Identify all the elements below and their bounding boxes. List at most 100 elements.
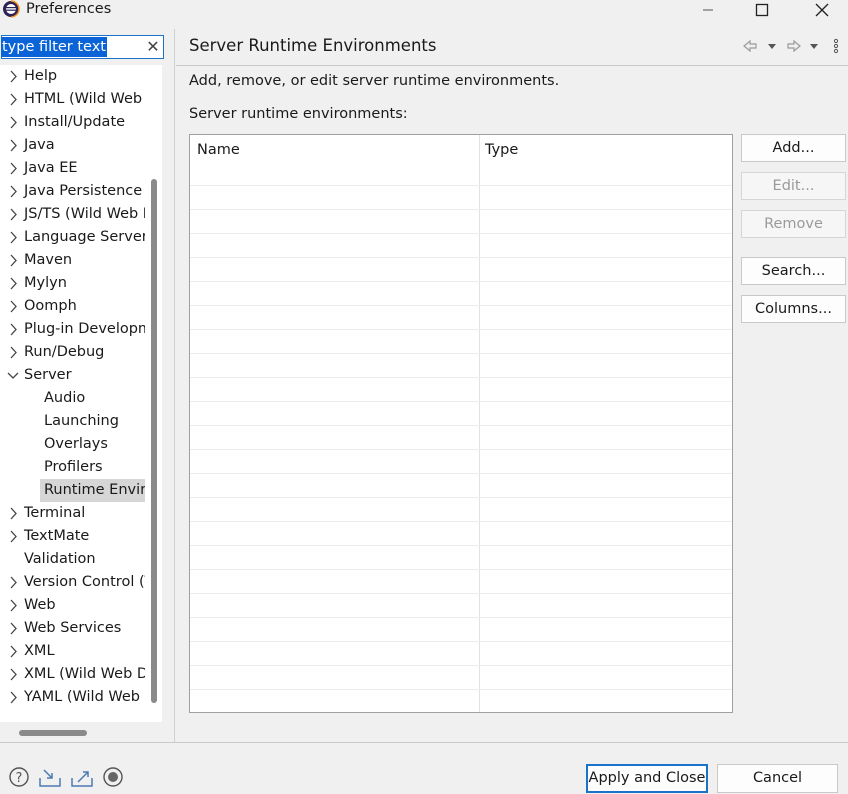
tree-item[interactable]: XML (Wild Web Developer) bbox=[0, 663, 145, 686]
table-row-line bbox=[190, 305, 732, 306]
tree-item[interactable]: YAML (Wild Web Developer) bbox=[0, 686, 145, 709]
back-menu-icon[interactable] bbox=[768, 44, 776, 49]
tree-item[interactable]: Profilers bbox=[0, 456, 145, 479]
chevron-right-icon[interactable] bbox=[7, 525, 19, 548]
tree-item-label: HTML (Wild Web Developer) bbox=[24, 91, 145, 107]
chevron-right-icon[interactable] bbox=[7, 111, 19, 134]
tree-item[interactable]: Overlays bbox=[0, 433, 145, 456]
table-row-line bbox=[190, 377, 732, 378]
tree-item[interactable]: Web Services bbox=[0, 617, 145, 640]
tree-item[interactable]: Launching bbox=[0, 410, 145, 433]
close-button[interactable] bbox=[802, 0, 842, 20]
tree-item-label: Mylyn bbox=[24, 275, 67, 291]
tree-item[interactable]: XML bbox=[0, 640, 145, 663]
tree-item-label: Maven bbox=[24, 252, 73, 268]
table-row-line bbox=[190, 689, 732, 690]
chevron-right-icon[interactable] bbox=[7, 226, 19, 249]
columns-button[interactable]: Columns... bbox=[741, 295, 846, 323]
remove-button[interactable]: Remove bbox=[741, 210, 846, 238]
chevron-right-icon[interactable] bbox=[7, 134, 19, 157]
add-button[interactable]: Add... bbox=[741, 134, 846, 162]
runtime-environments-table[interactable]: Name Type bbox=[189, 134, 733, 713]
tree-item[interactable]: Web bbox=[0, 594, 145, 617]
chevron-right-icon[interactable] bbox=[7, 88, 19, 111]
cancel-button[interactable]: Cancel bbox=[717, 764, 838, 793]
maximize-icon bbox=[755, 3, 769, 17]
table-row-line bbox=[190, 521, 732, 522]
tree-item[interactable]: Terminal bbox=[0, 502, 145, 525]
chevron-right-icon[interactable] bbox=[7, 594, 19, 617]
export-icon[interactable] bbox=[70, 766, 93, 788]
tree-item[interactable]: Server bbox=[0, 364, 145, 387]
tree-item[interactable]: Language Servers bbox=[0, 226, 145, 249]
column-separator[interactable] bbox=[479, 135, 480, 712]
tree-item[interactable]: TextMate bbox=[0, 525, 145, 548]
tree-item[interactable]: Install/Update bbox=[0, 111, 145, 134]
tree-item[interactable]: Maven bbox=[0, 249, 145, 272]
panel-divider[interactable] bbox=[174, 29, 175, 742]
tree-item[interactable]: Run/Debug bbox=[0, 341, 145, 364]
help-icon[interactable]: ? bbox=[8, 766, 30, 788]
table-row-line bbox=[190, 257, 732, 258]
record-icon[interactable] bbox=[102, 766, 124, 788]
view-menu-icon[interactable] bbox=[833, 38, 839, 54]
tree-item[interactable]: Java bbox=[0, 134, 145, 157]
tree-item[interactable]: Audio bbox=[0, 387, 145, 410]
tree-item-label: Web bbox=[24, 597, 56, 613]
forward-icon[interactable] bbox=[787, 39, 801, 53]
search-button[interactable]: Search... bbox=[741, 257, 846, 285]
tree-item[interactable]: Validation bbox=[0, 548, 145, 571]
tree-item[interactable]: Help bbox=[0, 65, 145, 88]
tree-item-label: Java EE bbox=[24, 160, 78, 176]
tree-item-label: Plug-in Development bbox=[24, 321, 145, 337]
edit-button[interactable]: Edit... bbox=[741, 172, 846, 200]
tree-vertical-scroll-thumb[interactable] bbox=[151, 179, 157, 703]
preferences-tree[interactable]: Help HTML (Wild Web Developer) Install/Upd… bbox=[0, 65, 145, 722]
filter-input-text[interactable]: type filter text bbox=[1, 37, 107, 57]
chevron-right-icon[interactable] bbox=[7, 617, 19, 640]
chevron-right-icon[interactable] bbox=[7, 203, 19, 226]
tree-item[interactable]: Version Control (Team) bbox=[0, 571, 145, 594]
chevron-right-icon[interactable] bbox=[7, 295, 19, 318]
tree-item[interactable]: Mylyn bbox=[0, 272, 145, 295]
chevron-right-icon[interactable] bbox=[7, 157, 19, 180]
minimize-button[interactable] bbox=[688, 0, 728, 20]
chevron-right-icon[interactable] bbox=[7, 502, 19, 525]
chevron-right-icon[interactable] bbox=[7, 341, 19, 364]
column-header-type[interactable]: Type bbox=[485, 139, 518, 161]
tree-item[interactable]: HTML (Wild Web Developer) bbox=[0, 88, 145, 111]
chevron-right-icon[interactable] bbox=[7, 318, 19, 341]
chevron-right-icon[interactable] bbox=[7, 65, 19, 88]
column-header-name[interactable]: Name bbox=[197, 139, 240, 161]
tree-item[interactable]: Runtime Environments bbox=[0, 479, 145, 502]
tree-item-label: YAML (Wild Web Developer) bbox=[24, 689, 145, 705]
tree-item-label: Help bbox=[24, 68, 58, 84]
tree-item-label: Server bbox=[24, 367, 72, 383]
tree-item[interactable]: JS/TS (Wild Web Developer) bbox=[0, 203, 145, 226]
chevron-right-icon[interactable] bbox=[7, 272, 19, 295]
apply-and-close-button[interactable]: Apply and Close bbox=[586, 764, 708, 793]
app-icon bbox=[2, 0, 20, 18]
tree-horizontal-scroll-thumb[interactable] bbox=[19, 730, 87, 736]
back-icon[interactable] bbox=[743, 39, 757, 53]
maximize-button[interactable] bbox=[742, 0, 782, 20]
tree-item-label: Oomph bbox=[24, 298, 77, 314]
tree-item-label: XML (Wild Web Developer) bbox=[24, 666, 145, 682]
chevron-right-icon[interactable] bbox=[7, 686, 19, 709]
tree-item[interactable]: Plug-in Development bbox=[0, 318, 145, 341]
forward-menu-icon[interactable] bbox=[810, 44, 818, 49]
chevron-right-icon[interactable] bbox=[7, 249, 19, 272]
tree-item-label: Validation bbox=[24, 551, 96, 567]
chevron-down-icon[interactable] bbox=[7, 364, 19, 387]
tree-item[interactable]: Java Persistence bbox=[0, 180, 145, 203]
import-icon[interactable] bbox=[38, 766, 61, 788]
chevron-right-icon[interactable] bbox=[7, 571, 19, 594]
tree-item[interactable]: Oomph bbox=[0, 295, 145, 318]
clear-icon[interactable]: ✕ bbox=[145, 37, 161, 57]
tree-item[interactable]: Java EE bbox=[0, 157, 145, 180]
tree-item-label: Overlays bbox=[44, 436, 108, 452]
chevron-right-icon[interactable] bbox=[7, 180, 19, 203]
chevron-right-icon[interactable] bbox=[7, 663, 19, 686]
close-icon bbox=[815, 3, 829, 17]
chevron-right-icon[interactable] bbox=[7, 640, 19, 663]
